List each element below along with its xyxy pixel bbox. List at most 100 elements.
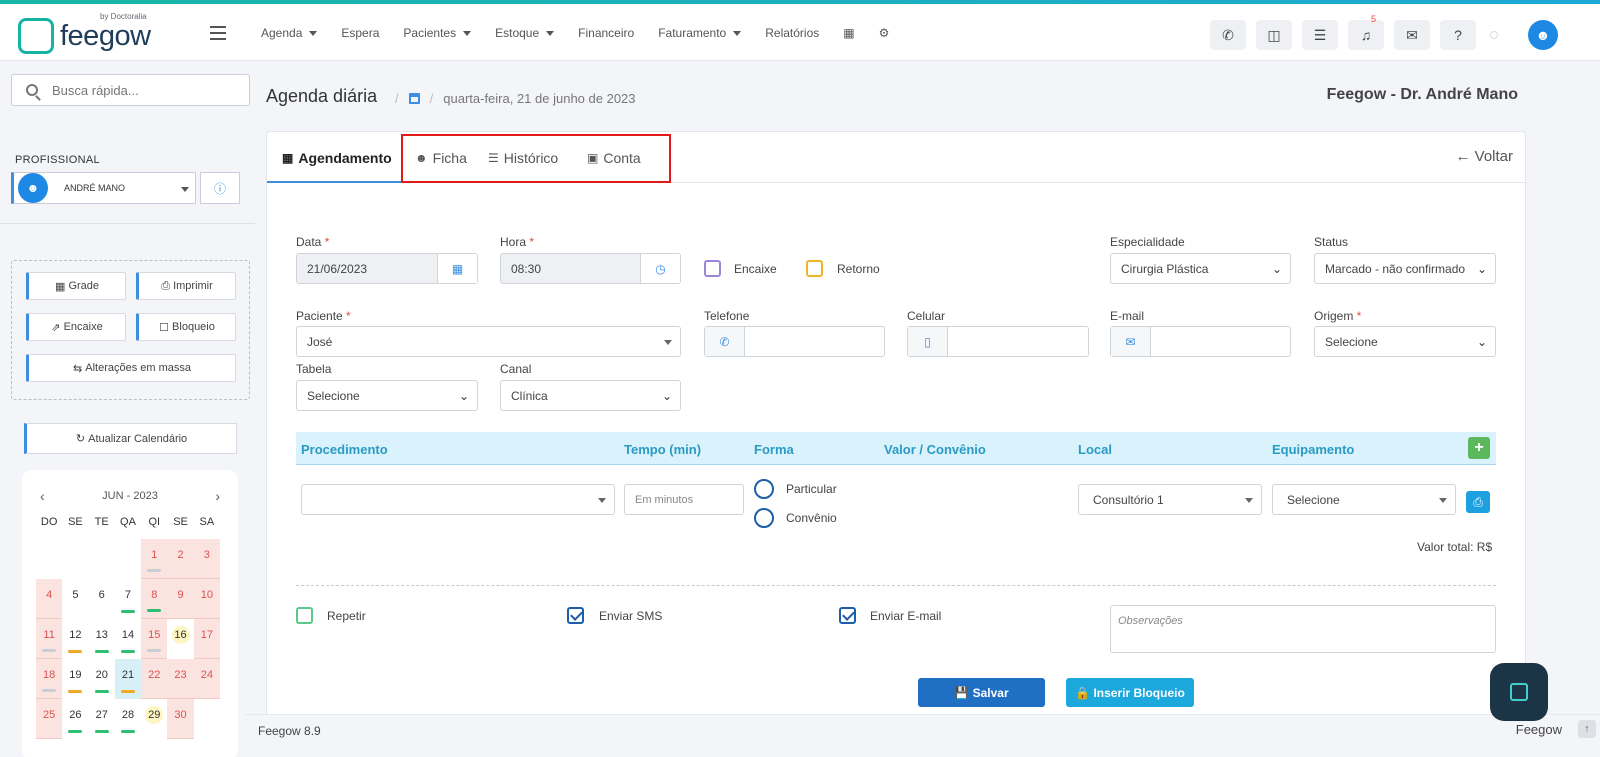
calendar-day[interactable]: 16	[167, 619, 193, 659]
imprimir-button[interactable]: ⎙ Imprimir	[136, 272, 236, 300]
chat-icon[interactable]: ✉	[1394, 20, 1430, 50]
calendar-day[interactable]: 10	[193, 579, 220, 619]
hora-field[interactable]: 08:30 ◷	[500, 253, 681, 284]
tabela-select[interactable]: Selecione ⌄	[296, 380, 478, 411]
nav-relatorios[interactable]: Relatórios	[765, 26, 819, 40]
email-field[interactable]: ✉	[1110, 326, 1291, 357]
enviar-email-checkbox[interactable]	[839, 607, 856, 624]
menu-toggle-icon[interactable]	[210, 26, 226, 44]
calendar-day[interactable]: 22	[141, 659, 168, 699]
alteracoes-em-massa-button[interactable]: ⇆ Alterações em massa	[26, 354, 236, 382]
calendar-day[interactable]: 27	[89, 699, 115, 739]
calendar-day[interactable]: 2	[167, 539, 194, 579]
particular-radio[interactable]	[754, 479, 774, 499]
nav-faturamento[interactable]: Faturamento	[658, 26, 742, 40]
calendar-day[interactable]: 15	[141, 619, 168, 659]
equipamento-select[interactable]: Selecione	[1272, 484, 1456, 515]
active-tab-indicator	[267, 181, 402, 183]
data-field[interactable]: 21/06/2023 ▦	[296, 253, 478, 284]
add-procedure-button[interactable]: +	[1468, 437, 1490, 459]
repetir-checkbox[interactable]	[296, 607, 313, 624]
weekday-label: TE	[94, 516, 109, 528]
observacoes-textarea[interactable]: Observações	[1110, 605, 1496, 653]
convenio-radio[interactable]	[754, 508, 774, 528]
calendar-day[interactable]: 13	[89, 619, 115, 659]
calendar-day[interactable]: 28	[115, 699, 141, 739]
calendar-day[interactable]: 25	[36, 699, 63, 739]
phone-icon[interactable]: ✆	[1210, 20, 1246, 50]
calendar-day[interactable]: 4	[36, 579, 63, 619]
calendar-day[interactable]: 8	[141, 579, 168, 619]
calendar-day[interactable]: 19	[62, 659, 88, 699]
col-local: Local	[1078, 442, 1112, 457]
arrow-up-icon[interactable]: ↑	[1578, 720, 1596, 738]
top-icons: ✆ ◫ ☰ ♫ 5 ✉ ? ☻	[1210, 14, 1600, 50]
chat-widget-button[interactable]	[1490, 663, 1548, 721]
calendar-day[interactable]: 17	[193, 619, 220, 659]
origem-select[interactable]: Selecione ⌄	[1314, 326, 1496, 357]
atualizar-calendario-button[interactable]: ↻ Atualizar Calendário	[24, 423, 237, 454]
col-procedimento: Procedimento	[301, 442, 388, 457]
database-icon[interactable]: ▦	[843, 26, 854, 40]
local-select[interactable]: Consultório 1	[1078, 484, 1262, 515]
grade-button[interactable]: ▦ Grade	[26, 272, 126, 300]
calendar-day[interactable]: 3	[193, 539, 220, 579]
breadcrumb-date: quarta-feira, 21 de junho de 2023	[443, 91, 636, 106]
canal-select[interactable]: Clínica ⌄	[500, 380, 681, 411]
encaixe-checkbox[interactable]	[704, 260, 721, 277]
enviar-sms-checkbox[interactable]	[567, 607, 584, 624]
bloqueio-button[interactable]: ☐ Bloqueio	[136, 313, 236, 341]
calendar-day[interactable]: 12	[62, 619, 88, 659]
profissional-select[interactable]: ☻ ANDRÉ MANO	[11, 172, 196, 204]
mobile-icon: ▯	[908, 327, 948, 356]
calendar-day[interactable]: 18	[36, 659, 63, 699]
nav-agenda[interactable]: Agenda	[261, 26, 318, 40]
voltar-link[interactable]: ← Voltar	[1455, 148, 1513, 165]
calendar-day[interactable]: 21	[114, 659, 142, 699]
calendar-day[interactable]: 24	[193, 659, 220, 699]
calendar-day[interactable]: 7	[115, 579, 141, 619]
especialidade-select[interactable]: Cirurgia Plástica ⌄	[1110, 253, 1291, 284]
salvar-button[interactable]: 💾 Salvar	[918, 678, 1045, 707]
paciente-select[interactable]: José	[296, 326, 681, 357]
calendar-icon[interactable]: ▦	[437, 254, 477, 283]
gear-icon[interactable]: ⚙	[879, 26, 890, 40]
calendar-day[interactable]: 1	[141, 539, 168, 579]
info-icon[interactable]: ⓘ	[200, 172, 240, 204]
nav-pacientes[interactable]: Pacientes	[403, 26, 472, 40]
nav-estoque[interactable]: Estoque	[495, 26, 555, 40]
calendar-day[interactable]: 29	[141, 699, 167, 739]
chevron-right-icon[interactable]: ›	[215, 488, 220, 504]
status-select[interactable]: Marcado - não confirmado ⌄	[1314, 253, 1496, 284]
clock-icon[interactable]: ◷	[640, 254, 680, 283]
calendar-day[interactable]: 14	[115, 619, 141, 659]
chevron-down-icon: ⌄	[458, 389, 469, 403]
feegow-logo[interactable]: by Doctoralia feegow	[18, 12, 158, 58]
telefone-field[interactable]: ✆	[704, 326, 885, 357]
celular-field[interactable]: ▯	[907, 326, 1089, 357]
calendar-day[interactable]: 9	[167, 579, 194, 619]
tempo-input[interactable]: Em minutos	[624, 484, 744, 515]
calendar-day[interactable]: 26	[62, 699, 88, 739]
calendar-day[interactable]: 20	[89, 659, 115, 699]
calendar-day[interactable]: 11	[36, 619, 63, 659]
calendar-day[interactable]: 5	[62, 579, 88, 619]
procedimento-select[interactable]	[301, 484, 615, 515]
nav-espera[interactable]: Espera	[341, 26, 379, 40]
nav-financeiro[interactable]: Financeiro	[578, 26, 634, 40]
notifications-bell-icon[interactable]: ♫ 5	[1348, 14, 1384, 50]
calendar-empty	[115, 539, 141, 579]
inserir-bloqueio-button[interactable]: 🔒 Inserir Bloqueio	[1066, 678, 1194, 707]
calendar-day[interactable]: 23	[167, 659, 194, 699]
calendar-day[interactable]: 30	[167, 699, 194, 739]
search-input[interactable]: Busca rápida...	[11, 74, 250, 106]
user-avatar[interactable]: ☻	[1528, 20, 1558, 50]
inbox-icon[interactable]: ◫	[1256, 20, 1292, 50]
tab-agendamento[interactable]: ▦ Agendamento	[282, 150, 392, 166]
print-icon[interactable]: ⎙	[1466, 491, 1490, 513]
encaixe-button[interactable]: ⇗ Encaixe	[26, 313, 126, 341]
help-icon[interactable]: ?	[1440, 20, 1476, 50]
retorno-checkbox[interactable]	[806, 260, 823, 277]
tasks-icon[interactable]: ☰	[1302, 20, 1338, 50]
calendar-day[interactable]: 6	[89, 579, 115, 619]
